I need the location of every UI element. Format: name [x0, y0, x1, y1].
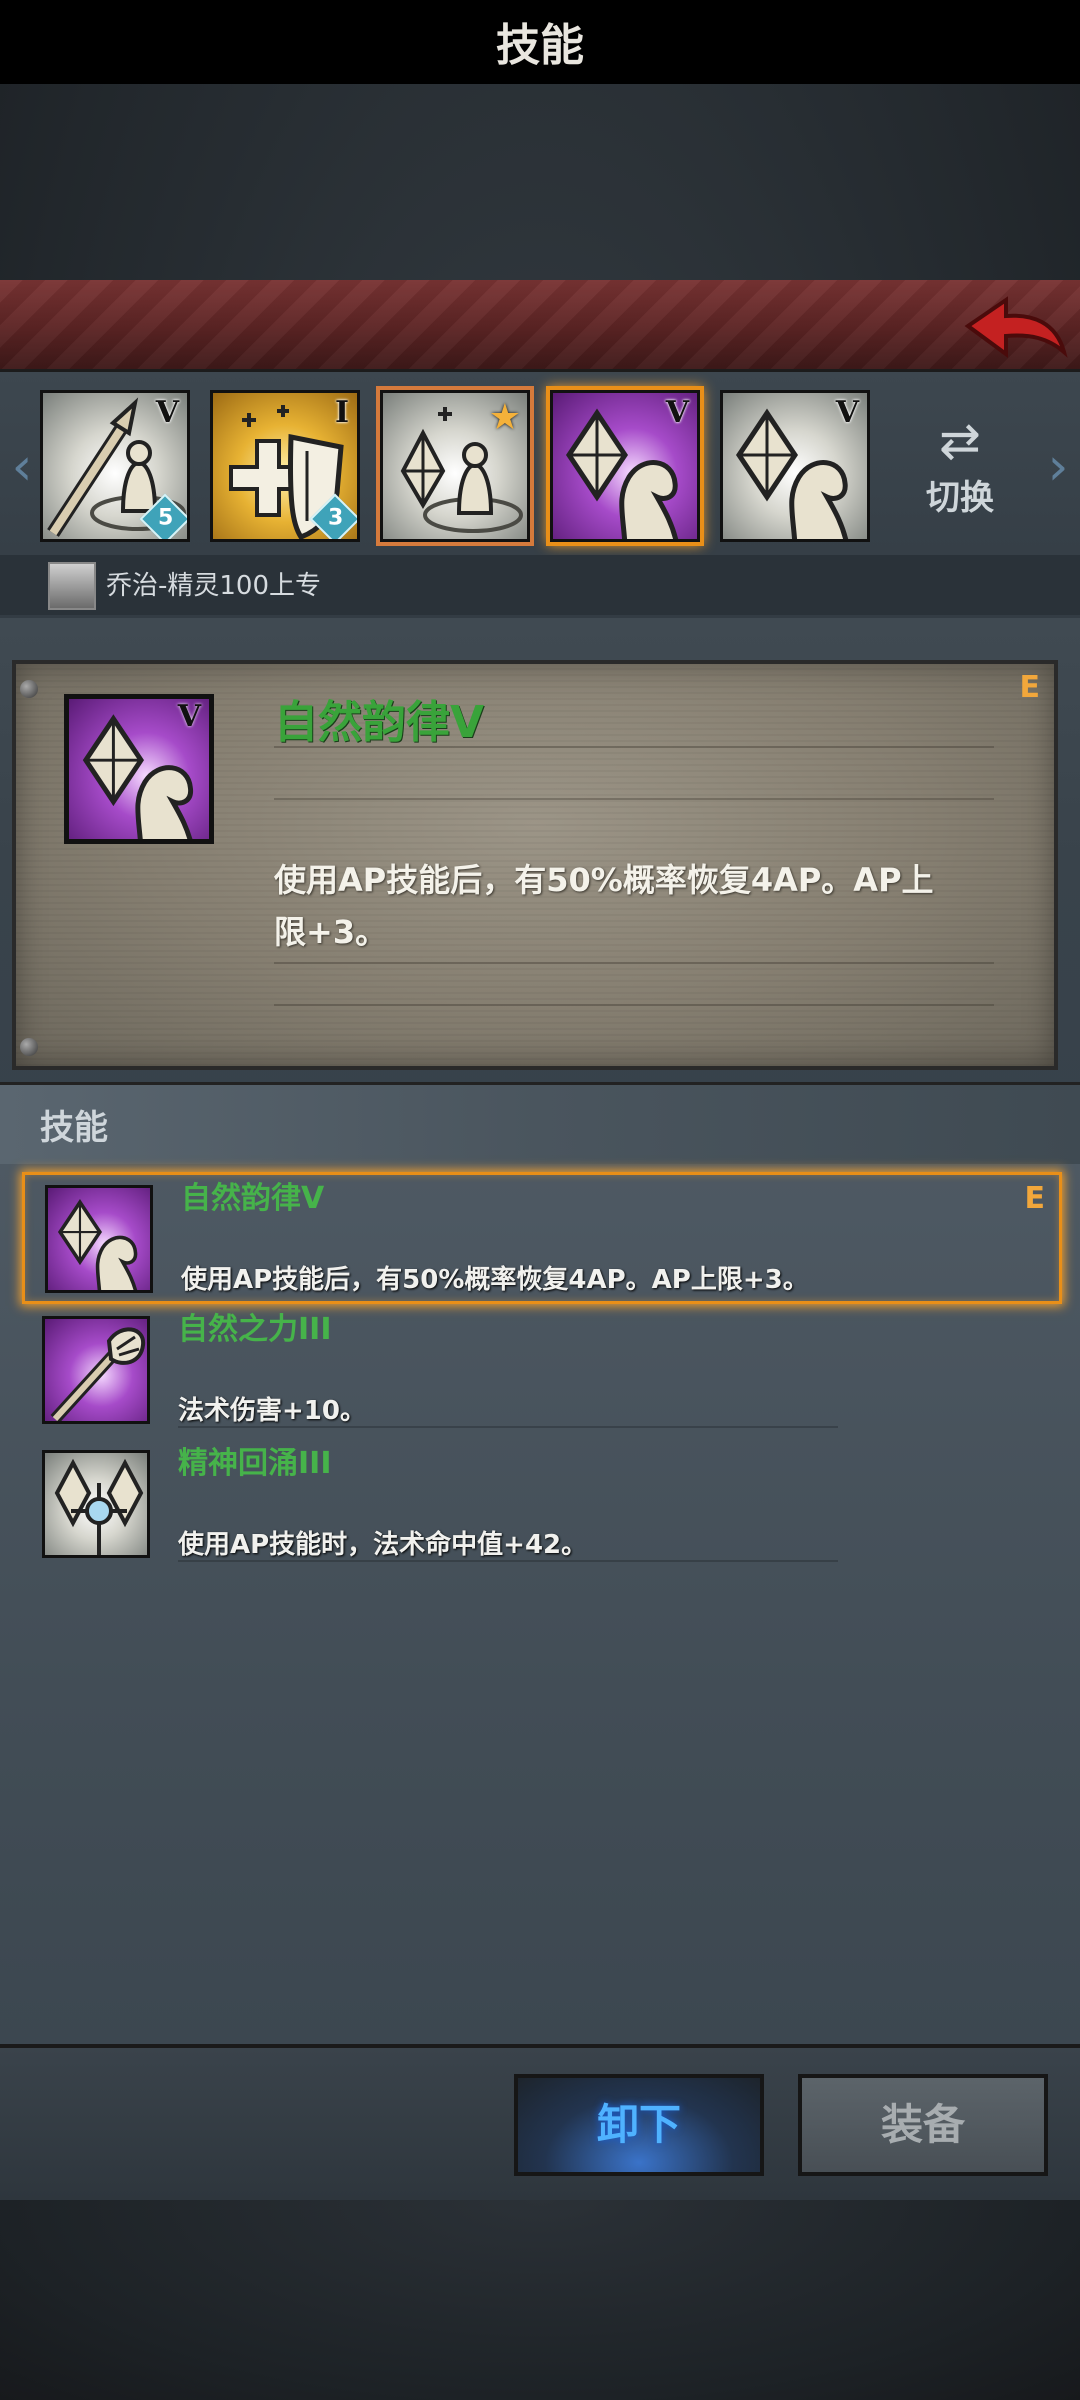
back-arrow-icon — [964, 296, 1068, 358]
bottom-area — [0, 2200, 1080, 2400]
page-title: 技能 — [496, 20, 584, 71]
grade-badge: E — [1019, 670, 1041, 705]
detail-description: 使用AP技能后，有50%概率恢复4AP。AP上 限+3。 — [274, 854, 974, 958]
detail-tier: V — [177, 699, 201, 734]
list-skill-desc: 使用AP技能后，有50%概率恢复4AP。AP上限+3。 — [181, 1265, 809, 1295]
divider — [274, 798, 994, 800]
detail-title: 自然韵律V — [274, 697, 485, 748]
list-item[interactable]: 精神回涌III 使用AP技能时，法术命中值+42。 — [22, 1440, 1062, 1572]
detail-desc-line-2: 限+3。 — [274, 913, 388, 951]
detail-desc-line-1: 使用AP技能后，有50%概率恢复4AP。AP上 — [274, 861, 934, 899]
list-skill-name: 自然之力III — [178, 1312, 332, 1347]
list-skill-desc: 使用AP技能时，法术命中值+42。 — [178, 1530, 588, 1560]
skill-slot-2[interactable]: I 3 — [210, 390, 360, 542]
chevron-right-icon[interactable]: › — [1040, 435, 1076, 499]
crystal-burst-icon — [54, 1458, 144, 1555]
divider — [178, 1426, 838, 1428]
list-skill-icon — [45, 1185, 153, 1293]
rivet — [20, 1038, 38, 1056]
skill-detail-card: E V 自然韵律V 使用AP技能后，有50%概率恢复4AP。AP上 限+3。 — [12, 660, 1058, 1070]
rivet — [20, 680, 38, 698]
chevron-left-icon[interactable]: ‹ — [4, 435, 40, 499]
grade-badge: E — [1024, 1181, 1046, 1216]
skill-list-title: 技能 — [40, 1108, 108, 1148]
skill-slot-5[interactable]: V — [720, 390, 870, 542]
slot-2-tier: I — [334, 395, 349, 430]
swap-arrows-icon: ⇄ — [939, 412, 981, 470]
switch-label: 切换 — [926, 478, 994, 518]
list-skill-icon — [42, 1316, 150, 1424]
list-skill-icon — [42, 1450, 150, 1558]
slot-1-tier: V — [155, 395, 179, 430]
staff-icon — [50, 1327, 146, 1421]
divider — [274, 962, 994, 964]
avatar — [48, 562, 96, 610]
list-skill-name: 自然韵律V — [181, 1181, 325, 1216]
skill-slot-4[interactable]: V — [550, 390, 700, 542]
slot-4-tier: V — [665, 395, 689, 430]
list-item[interactable]: 自然韵律V 使用AP技能后，有50%概率恢复4AP。AP上限+3。 E — [22, 1172, 1062, 1304]
divider — [274, 1004, 994, 1006]
skill-list-header — [0, 1082, 1080, 1164]
switch-button[interactable]: ⇄ 切换 — [900, 412, 1020, 522]
star-icon: ★ — [488, 397, 521, 438]
detail-skill-icon: V — [64, 694, 214, 844]
skill-slot-1[interactable]: V 5 — [40, 390, 190, 542]
list-skill-name: 精神回涌III — [178, 1446, 332, 1481]
divider — [274, 746, 994, 748]
header-bar — [0, 280, 1080, 372]
slot-5-tier: V — [835, 395, 859, 430]
equip-button[interactable]: 装备 — [798, 2074, 1048, 2176]
list-item[interactable]: 自然之力III 法术伤害+10。 — [22, 1306, 1062, 1438]
skill-slot-3[interactable]: ★ — [380, 390, 530, 542]
crystal-hand-icon — [57, 1199, 138, 1290]
list-skill-desc: 法术伤害+10。 — [178, 1396, 366, 1426]
back-button[interactable] — [960, 292, 1070, 366]
unequip-button[interactable]: 卸下 — [514, 2074, 764, 2176]
hero-name: 乔治-精灵100上专 — [106, 571, 322, 601]
divider — [178, 1560, 838, 1562]
